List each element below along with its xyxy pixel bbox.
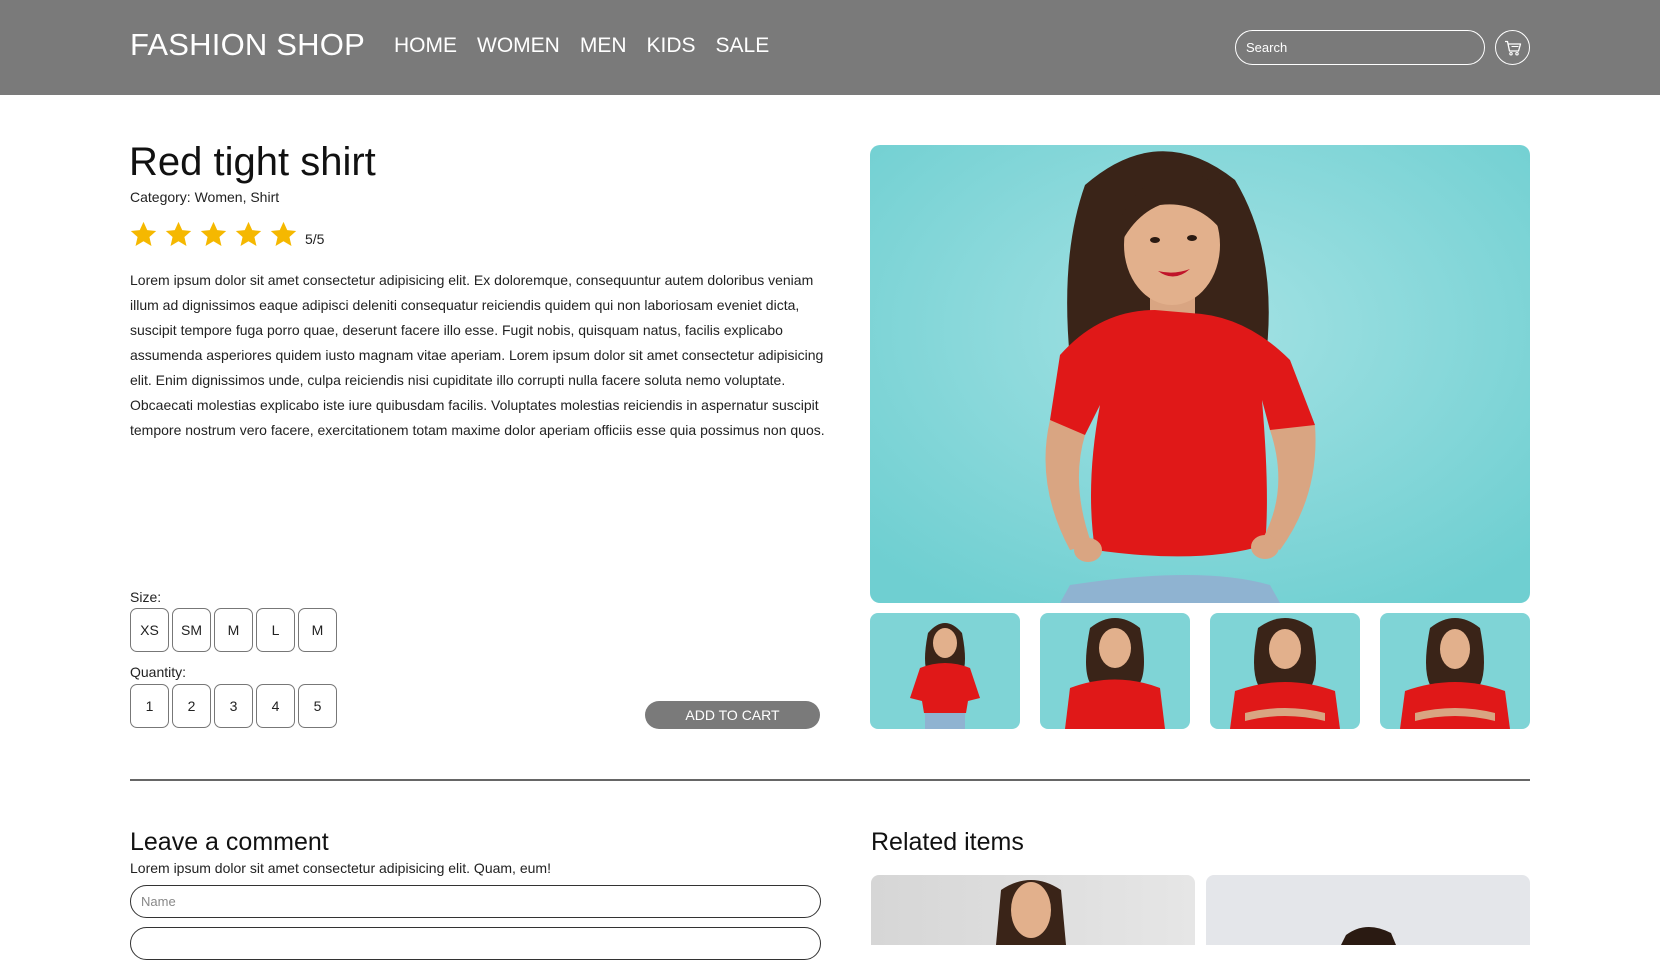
shopping-cart-icon [1504, 40, 1521, 55]
cart-button[interactable] [1495, 30, 1530, 65]
nav-women[interactable]: WOMEN [477, 34, 560, 58]
thumbnail-image-1[interactable] [870, 613, 1020, 729]
comment-section-title: Leave a comment [130, 828, 329, 856]
comment-email-field[interactable] [130, 927, 821, 960]
rating-stars: 5/5 [129, 220, 324, 249]
star-icon [200, 221, 227, 246]
size-label: Size: [130, 589, 162, 605]
main-nav: HOME WOMEN MEN KIDS SALE [394, 34, 769, 58]
size-option-xs[interactable]: XS [130, 608, 169, 652]
rating-text: 5/5 [305, 231, 325, 247]
section-divider [130, 779, 1530, 781]
thumbnail-image-3[interactable] [1210, 613, 1360, 729]
shop-logo[interactable]: FASHION SHOP [130, 27, 365, 63]
quantity-options: 1 2 3 4 5 [130, 684, 337, 728]
star-icon [235, 221, 262, 246]
quantity-option-5[interactable]: 5 [298, 684, 337, 728]
size-option-l[interactable]: L [256, 608, 295, 652]
size-option-m[interactable]: M [214, 608, 253, 652]
nav-kids[interactable]: KIDS [647, 34, 696, 58]
related-item-card-1[interactable] [871, 875, 1195, 945]
star-icon [270, 221, 297, 246]
star-icon [130, 221, 157, 246]
site-header: FASHION SHOP HOME WOMEN MEN KIDS SALE [0, 0, 1660, 95]
nav-sale[interactable]: SALE [716, 34, 770, 58]
add-to-cart-button[interactable]: ADD TO CART [645, 701, 820, 729]
size-options: XS SM M L M [130, 608, 337, 652]
size-option-sm[interactable]: SM [172, 608, 211, 652]
related-item-card-2[interactable] [1206, 875, 1530, 945]
quantity-option-3[interactable]: 3 [214, 684, 253, 728]
quantity-option-2[interactable]: 2 [172, 684, 211, 728]
related-items-title: Related items [871, 828, 1024, 856]
product-description: Lorem ipsum dolor sit amet consectetur a… [130, 272, 825, 438]
comment-name-input[interactable] [130, 885, 821, 918]
nav-men[interactable]: MEN [580, 34, 627, 58]
quantity-option-1[interactable]: 1 [130, 684, 169, 728]
star-icon [165, 221, 192, 246]
size-option-m-2[interactable]: M [298, 608, 337, 652]
comment-subtitle: Lorem ipsum dolor sit amet consectetur a… [130, 860, 551, 876]
product-category: Category: Women, Shirt [130, 189, 280, 205]
product-title: Red tight shirt [129, 140, 376, 184]
thumbnail-image-4[interactable] [1380, 613, 1530, 729]
quantity-option-4[interactable]: 4 [256, 684, 295, 728]
search-input[interactable] [1235, 30, 1485, 65]
product-main-image [870, 145, 1530, 603]
quantity-label: Quantity: [130, 664, 187, 680]
thumbnail-strip [870, 613, 1530, 729]
thumbnail-image-2[interactable] [1040, 613, 1190, 729]
nav-home[interactable]: HOME [394, 34, 457, 58]
